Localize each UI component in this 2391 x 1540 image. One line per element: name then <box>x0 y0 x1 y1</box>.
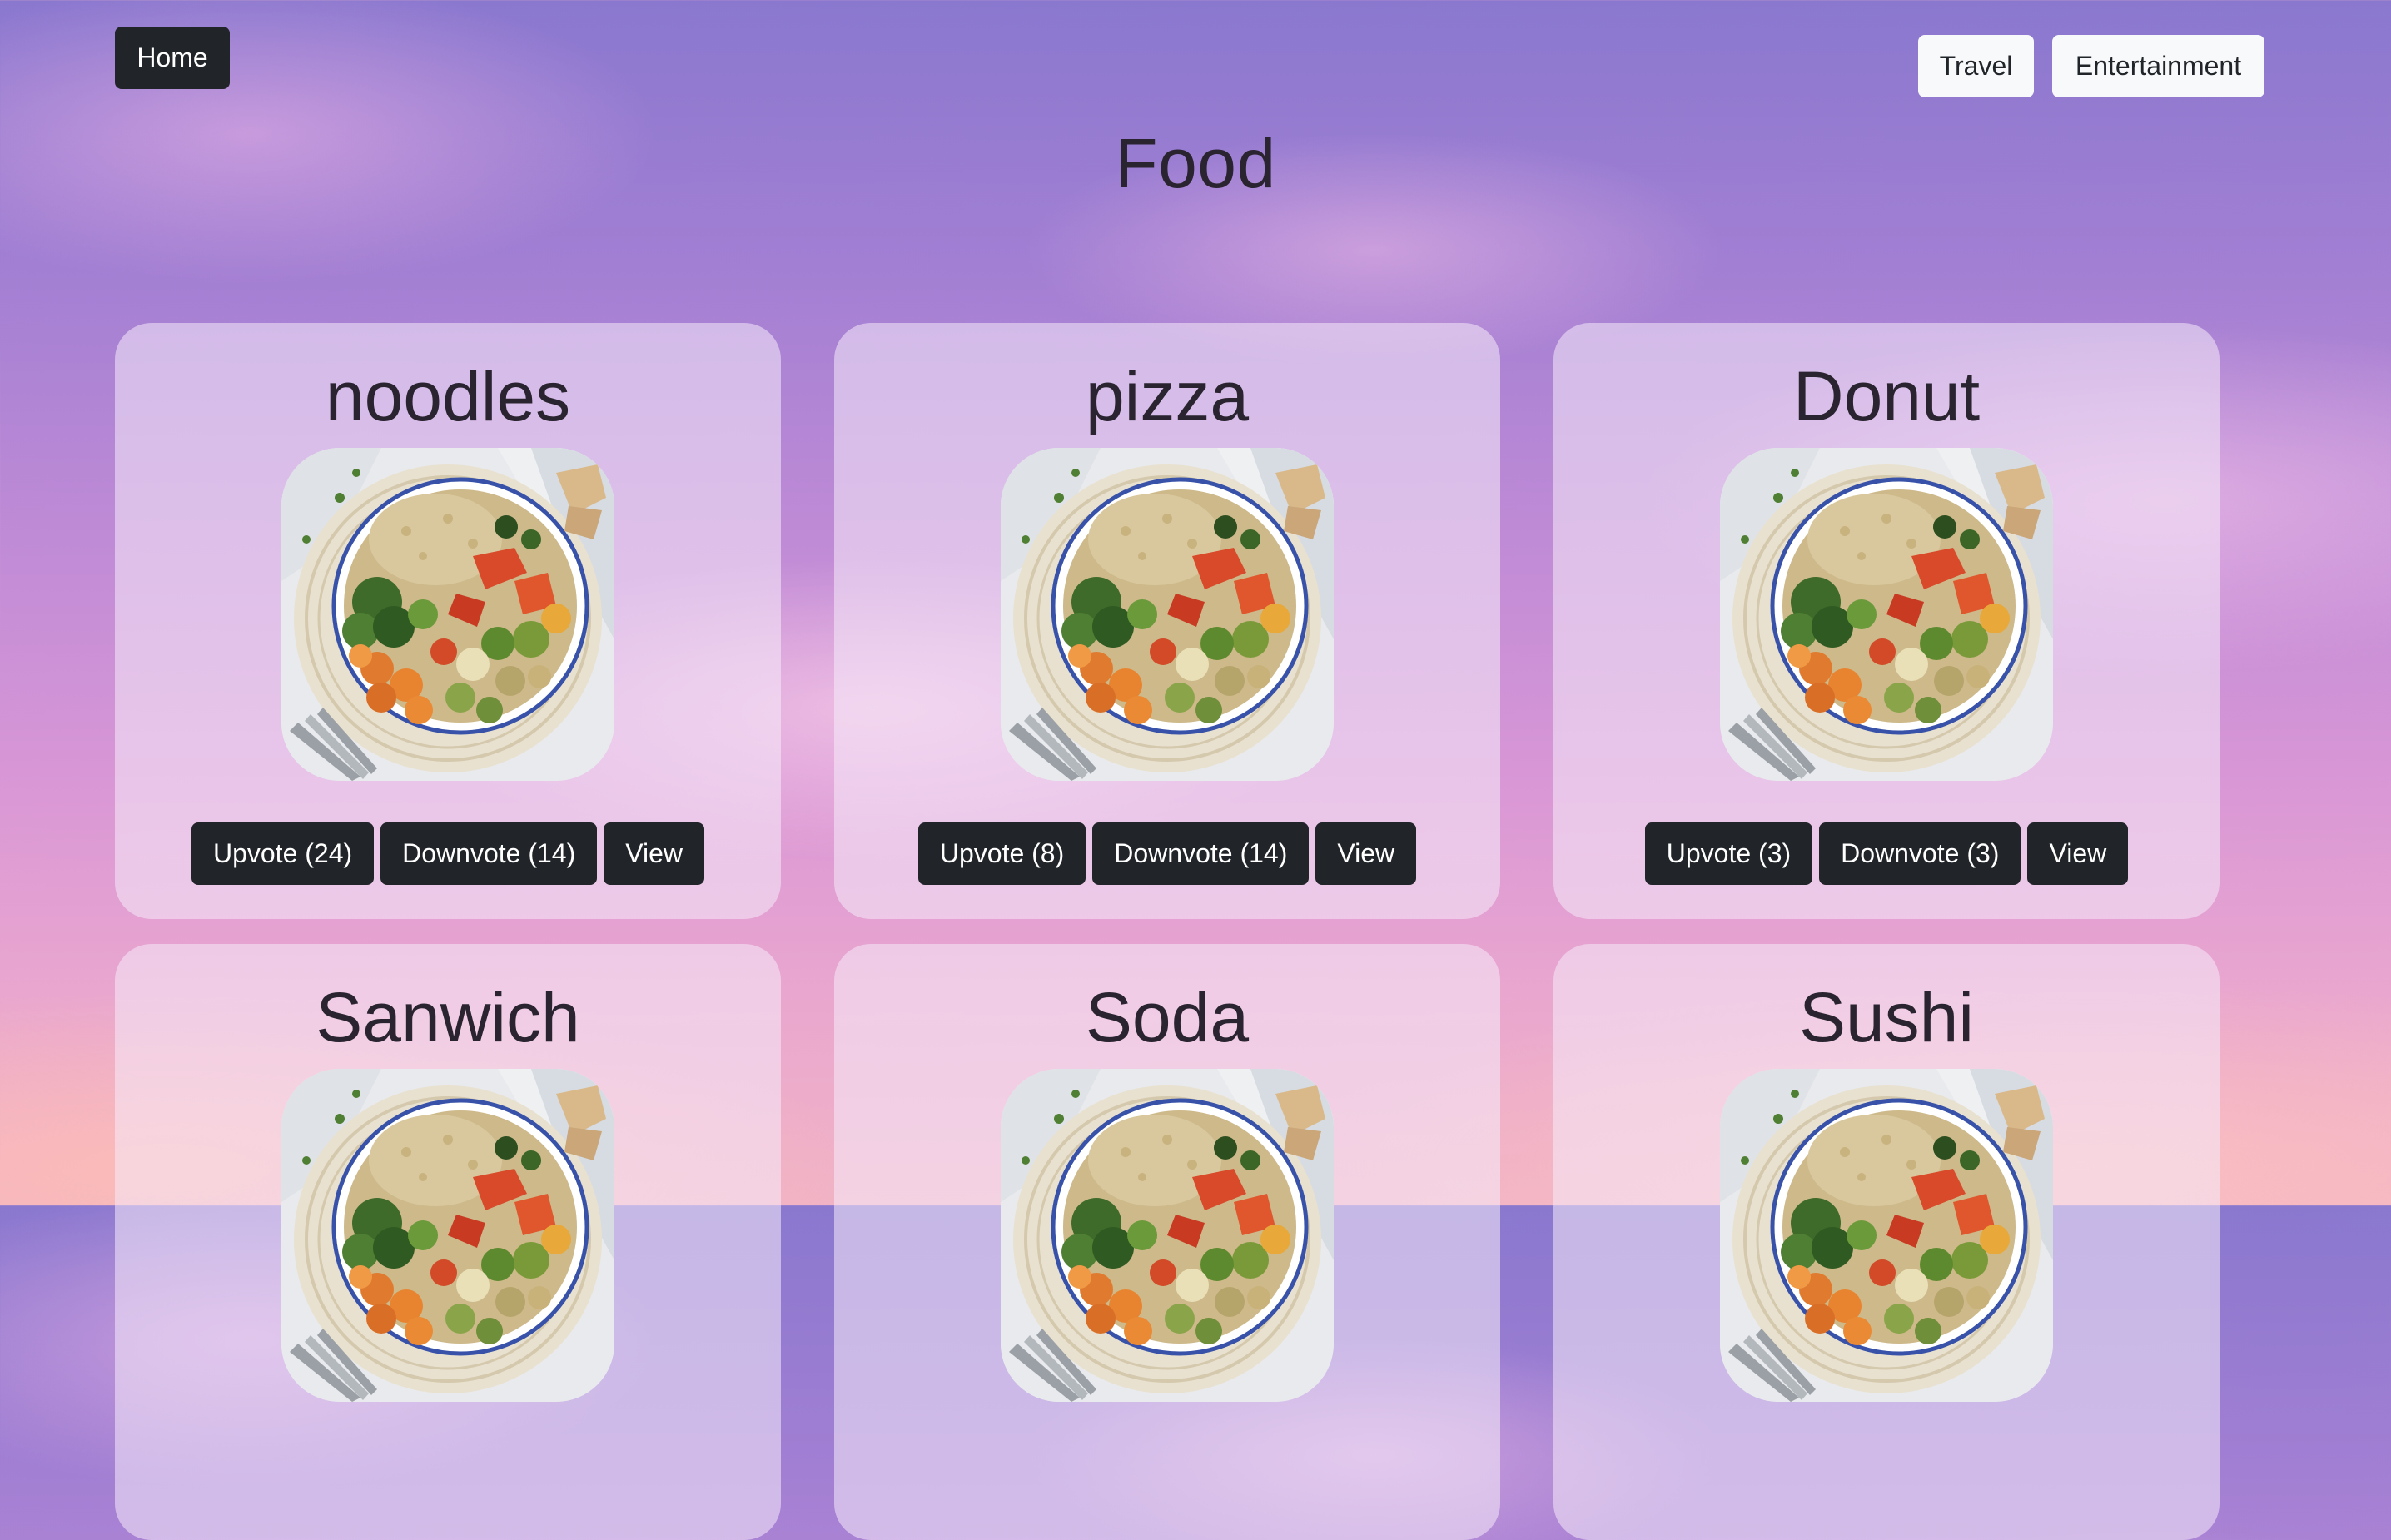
view-button[interactable]: View <box>1315 822 1417 885</box>
view-button[interactable]: View <box>2027 822 2129 885</box>
downvote-button[interactable]: Downvote (14) <box>1092 822 1310 885</box>
card-title: Donut <box>1792 357 1981 435</box>
card-title: noodles <box>325 357 571 435</box>
food-card: pizza Upvote (8) Downvote (14) View <box>834 323 1500 919</box>
downvote-button[interactable]: Downvote (3) <box>1819 822 2021 885</box>
food-image <box>1720 448 2053 781</box>
food-image <box>1001 1069 1334 1402</box>
food-card: noodles Upvote (24) Downvote (14) View <box>115 323 781 919</box>
view-button[interactable]: View <box>604 822 705 885</box>
card-title: Sushi <box>1798 978 1975 1056</box>
food-image <box>1720 1069 2053 1402</box>
food-image <box>1001 448 1334 781</box>
downvote-button[interactable]: Downvote (14) <box>380 822 598 885</box>
travel-button[interactable]: Travel <box>1918 35 2034 97</box>
food-card: Donut Upvote (3) Downvote (3) View <box>1553 323 2220 919</box>
card-title: Soda <box>1085 978 1250 1056</box>
upvote-button[interactable]: Upvote (3) <box>1644 822 1813 885</box>
food-image <box>281 1069 614 1402</box>
page-title: Food <box>1115 124 1276 202</box>
food-image <box>281 448 614 781</box>
card-title: pizza <box>1085 357 1250 435</box>
food-card: Soda <box>834 944 1500 1540</box>
home-button[interactable]: Home <box>115 27 230 89</box>
entertainment-button[interactable]: Entertainment <box>2052 35 2264 97</box>
upvote-button[interactable]: Upvote (8) <box>917 822 1086 885</box>
card-title: Sanwich <box>316 978 580 1056</box>
food-card: Sushi <box>1553 944 2220 1540</box>
food-card: Sanwich <box>115 944 781 1540</box>
upvote-button[interactable]: Upvote (24) <box>191 822 375 885</box>
